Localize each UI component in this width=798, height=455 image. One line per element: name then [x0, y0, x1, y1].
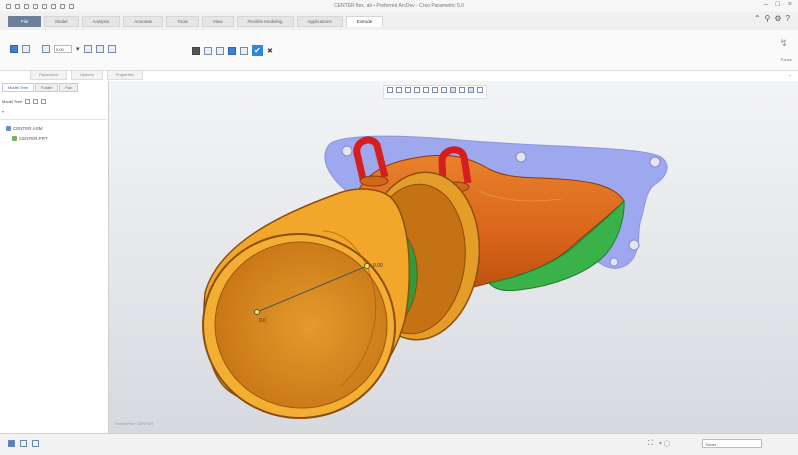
help-area: ⌃ ⚲ ⚙ ? — [754, 14, 790, 23]
window-controls: – □ × — [764, 1, 792, 8]
tree-item-label: CENTER.PRT — [19, 136, 48, 141]
tab-view[interactable]: View — [201, 16, 234, 27]
tab-flexible-modeling[interactable]: Flexible Modeling — [236, 16, 294, 27]
pause-button-icon[interactable]: ↯ — [780, 38, 788, 49]
minimize-button[interactable]: – — [764, 1, 768, 8]
intake-horn — [202, 188, 411, 420]
dimension-label-small: 0.0 — [259, 318, 266, 324]
tree-filter-icon[interactable] — [33, 99, 39, 104]
model-tree-toolbar: Model Tree — [2, 97, 106, 106]
cancel-x-icon[interactable]: ✖ — [267, 47, 273, 55]
extrude-type-group: 0.00 ▾ — [10, 45, 116, 53]
ok-cancel-group: ✔ ✖ — [192, 45, 273, 56]
status-right: ⛶ ▾ ◯ Smart — [648, 439, 763, 448]
dimension-label[interactable]: 0.00 — [373, 263, 383, 269]
preview-icon[interactable] — [204, 46, 212, 55]
ribbon-tab-bar: File Model Analysis Annotate Tools View … — [0, 12, 798, 31]
flip-direction-icon[interactable] — [83, 45, 92, 53]
help-icon[interactable]: ? — [786, 14, 790, 23]
title-bar: CENTER flex. alt • Preferred ArcDev - Cr… — [0, 0, 798, 12]
graphics-viewport[interactable]: 0.00 0.0 Select Part: CENTER — [109, 81, 798, 433]
bolt-hole — [628, 239, 640, 251]
bolt-hole — [609, 257, 619, 267]
navigator-tabs: Model Tree Folder Fav — [2, 83, 79, 92]
tab-favorites[interactable]: Fav — [59, 83, 79, 92]
thicken-icon[interactable] — [107, 45, 116, 53]
tab-tools[interactable]: Tools — [166, 16, 199, 27]
model-render: 0.00 0.0 — [202, 135, 668, 420]
close-button[interactable]: × — [788, 1, 792, 8]
search-icon[interactable]: ⚲ — [765, 14, 771, 23]
pause-icon[interactable] — [192, 46, 200, 55]
solid-icon[interactable] — [10, 45, 18, 53]
selection-status-icon[interactable]: ▾ ◯ — [659, 440, 670, 447]
status-bar: ⛶ ▾ ◯ Smart — [0, 433, 798, 455]
bolt-hole — [515, 151, 527, 163]
depth-option-icon[interactable] — [42, 45, 50, 53]
tab-analysis[interactable]: Analysis — [81, 16, 121, 27]
subtab-properties[interactable]: Properties — [106, 70, 143, 80]
status-icons — [8, 440, 39, 447]
tree-filter-row[interactable]: ▾ — [2, 109, 106, 117]
ribbon-panel: 0.00 ▾ ✔ ✖ ↯ Pause — [0, 30, 798, 71]
subtab-options[interactable]: Options — [70, 70, 103, 80]
feature-preview-icon[interactable] — [240, 46, 248, 55]
tab-extrude[interactable]: Extrude — [345, 16, 384, 27]
tree-item-label: CENTER.ASM — [13, 126, 43, 131]
pause-label: Pause — [780, 57, 792, 62]
surface-icon[interactable] — [22, 45, 30, 53]
ok-check-icon[interactable]: ✔ — [252, 45, 263, 56]
bolt-hole — [341, 145, 353, 157]
selection-filter-dropdown[interactable]: Smart — [702, 439, 763, 448]
tab-annotate[interactable]: Annotate — [123, 16, 164, 27]
tab-folder[interactable]: Folder — [35, 83, 59, 92]
ribbon-expand-icon[interactable]: ⌄ — [788, 72, 792, 78]
show-browser-icon[interactable] — [20, 440, 27, 447]
depth-input[interactable]: 0.00 — [54, 45, 72, 53]
assembly-icon — [6, 126, 11, 131]
maximize-button[interactable]: □ — [776, 1, 780, 8]
ribbon-tabs: File Model Analysis Annotate Tools View … — [8, 16, 384, 27]
bolt-hole — [649, 156, 661, 168]
tab-applications[interactable]: Applications — [296, 16, 343, 27]
tab-file[interactable]: File — [8, 16, 42, 27]
model-tree-pane: Model Tree Folder Fav Model Tree ▾ CENTE… — [0, 81, 109, 433]
show-navigator-icon[interactable] — [8, 440, 15, 447]
tab-model[interactable]: Model — [44, 16, 79, 27]
tree-item-assembly[interactable]: CENTER.ASM — [6, 126, 43, 131]
verify-icon[interactable] — [216, 46, 224, 55]
subtab-placement[interactable]: Placement — [30, 70, 67, 80]
dropdown-icon[interactable]: ▾ — [76, 45, 80, 53]
remove-material-icon[interactable] — [95, 45, 104, 53]
tree-item-part[interactable]: CENTER.PRT — [12, 136, 48, 141]
full-screen-icon[interactable] — [32, 440, 39, 447]
window-title: CENTER flex. alt • Preferred ArcDev - Cr… — [334, 3, 464, 9]
tree-columns-icon[interactable] — [41, 99, 47, 104]
viewport-status-text: Select Part: CENTER — [115, 421, 154, 426]
glasses-icon[interactable] — [228, 46, 236, 55]
tree-settings-icon[interactable] — [25, 99, 31, 104]
collapse-ribbon-icon[interactable]: ⌃ — [754, 14, 761, 23]
tab-model-tree[interactable]: Model Tree — [2, 83, 35, 92]
divider — [0, 119, 107, 120]
model-tree-label: Model Tree — [2, 99, 23, 104]
settings-icon[interactable]: ⚙ — [774, 14, 781, 23]
ribbon-subtabs: Placement Options Properties — [30, 70, 143, 80]
selection-filter-icon[interactable]: ⛶ — [648, 440, 653, 448]
part-icon — [12, 136, 17, 141]
